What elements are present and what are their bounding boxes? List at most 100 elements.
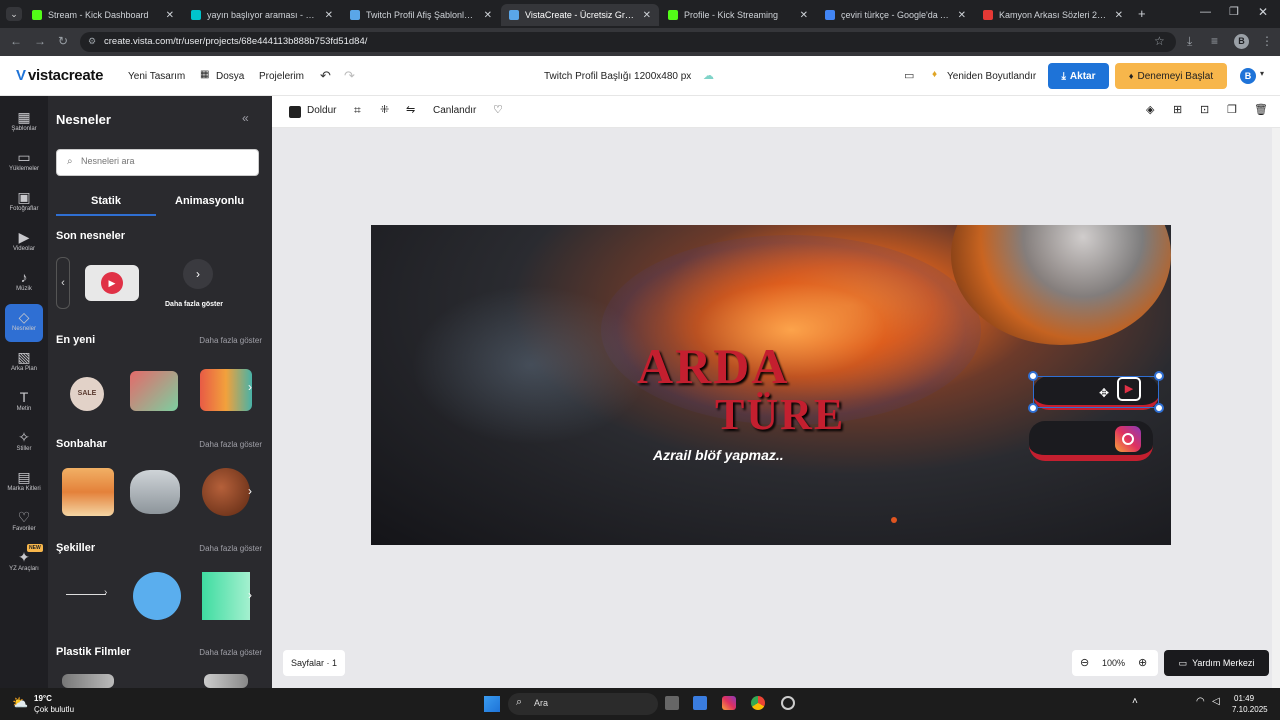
back-icon[interactable]: ← — [10, 34, 22, 48]
store-icon[interactable] — [693, 696, 707, 710]
design-artboard[interactable]: ARDA TÜRE Azrail blöf yapmaz.. ▶ ✥ — [371, 225, 1171, 545]
task-view-icon[interactable] — [665, 696, 679, 710]
help-center-button[interactable]: ▭ Yardım Merkezi — [1164, 650, 1269, 676]
plastic-films-show-more[interactable]: Daha fazla göster — [199, 648, 262, 657]
zoom-in-icon[interactable]: ⊕ — [1138, 656, 1147, 669]
browser-tab[interactable]: yayın başlıyor araması - Canva ✕ — [183, 4, 341, 26]
shopping-bags-object[interactable] — [200, 369, 252, 411]
duplicate-icon[interactable]: ❐ — [1227, 103, 1237, 116]
chrome-icon[interactable] — [751, 696, 765, 710]
redo-icon[interactable]: ↷ — [344, 68, 355, 84]
rail-item-folder[interactable]: ▭ Yüklemeler — [0, 144, 48, 182]
search-input[interactable]: ⌕ — [56, 149, 259, 176]
rail-item-styles[interactable]: ✧ Stiller — [0, 424, 48, 462]
preview-icon[interactable]: ▭ — [904, 69, 914, 82]
circle-shape[interactable] — [133, 572, 181, 620]
tab-list-icon[interactable]: ≡ — [1211, 34, 1218, 48]
align-icon[interactable]: ⊞ — [1173, 103, 1182, 116]
gradient-rect-shape[interactable] — [202, 572, 250, 620]
vistacreate-logo[interactable]: V vistacreate — [16, 67, 103, 84]
wifi-icon[interactable]: ◠ — [1196, 696, 1205, 707]
plastic-film-object-1[interactable] — [62, 674, 114, 688]
design-title-name1[interactable]: ARDA — [637, 337, 789, 395]
tab-animated[interactable]: Animasyonlu — [175, 195, 244, 207]
arrow-line-shape[interactable] — [66, 594, 106, 595]
transparency-icon[interactable]: ⁜ — [380, 103, 389, 116]
sale-tag-object[interactable]: SALE — [70, 377, 104, 411]
tab-static[interactable]: Statik — [91, 195, 121, 207]
selection-handle-tl[interactable] — [1028, 371, 1038, 381]
new-design-menu[interactable]: Yeni Tasarım — [128, 71, 185, 82]
site-info-icon[interactable]: ⚙ — [88, 36, 96, 47]
recent-scroll-left[interactable]: ‹ — [56, 257, 70, 309]
rail-item-templates[interactable]: ▦ Şablonlar — [0, 104, 48, 142]
shapes-scroll-right-icon[interactable]: › — [248, 588, 252, 602]
fill-color-swatch[interactable] — [289, 106, 301, 118]
tab-search-button[interactable]: ⌄ — [6, 7, 22, 21]
instagram-icon[interactable] — [1115, 426, 1141, 452]
recent-show-more-label[interactable]: Daha fazla göster — [165, 301, 223, 308]
autumn-scroll-right-icon[interactable]: › — [248, 484, 252, 498]
zoom-out-icon[interactable]: ⊖ — [1080, 656, 1089, 669]
rail-item-heart[interactable]: ♡ Favoriler — [0, 504, 48, 542]
shapes-show-more[interactable]: Daha fazla göster — [199, 544, 262, 553]
undo-icon[interactable]: ↶ — [320, 68, 331, 84]
forward-icon[interactable]: → — [34, 34, 46, 48]
fill-button[interactable]: Doldur — [307, 105, 336, 116]
layers-icon[interactable]: ◈ — [1146, 103, 1154, 116]
tab-close-icon[interactable]: ✕ — [166, 10, 174, 21]
file-menu[interactable]: Dosya — [216, 71, 244, 82]
crop-icon[interactable]: ⌗ — [354, 103, 361, 118]
start-icon[interactable] — [484, 696, 500, 712]
rail-item-video[interactable]: ▶ Videolar — [0, 224, 48, 262]
design-title-name2[interactable]: TÜRE — [715, 389, 845, 440]
instagram-app-icon[interactable] — [722, 696, 736, 710]
rail-item-text[interactable]: T Metin — [0, 384, 48, 422]
tab-close-icon[interactable]: ✕ — [958, 10, 966, 21]
collapse-panel-icon[interactable]: « — [242, 111, 249, 125]
address-bar[interactable]: ⚙ create.vista.com/tr/user/projects/68e4… — [80, 32, 1176, 52]
zoom-level[interactable]: 100% — [1102, 658, 1125, 668]
towels-object[interactable] — [62, 468, 114, 516]
gift-shop-object[interactable] — [130, 371, 178, 411]
user-avatar[interactable]: B — [1240, 68, 1256, 84]
weather-icon[interactable]: ⛅ — [12, 695, 28, 711]
start-trial-button[interactable]: ♦ Denemeyi Başlat — [1115, 63, 1227, 89]
browser-tab[interactable]: Kamyon Arkası Sözleri 2025: İlg ✕ — [975, 4, 1131, 26]
rail-item-photo[interactable]: ▣ Fotoğraflar — [0, 184, 48, 222]
rail-item-background[interactable]: ▧ Arka Plan — [0, 344, 48, 382]
animate-button[interactable]: Canlandır — [433, 105, 476, 116]
selection-handle-tr[interactable] — [1154, 371, 1164, 381]
resize-button[interactable]: Yeniden Boyutlandır — [947, 71, 1036, 82]
pages-button[interactable]: Sayfalar · 1 — [283, 650, 346, 676]
newest-scroll-right-icon[interactable]: › — [248, 380, 252, 394]
favorite-icon[interactable]: ♡ — [493, 103, 503, 116]
profile-avatar[interactable]: B — [1234, 34, 1249, 49]
clock-time[interactable]: 01:49 — [1234, 694, 1254, 703]
recent-show-more-button[interactable]: › — [183, 259, 213, 289]
clock-date[interactable]: 7.10.2025 — [1232, 705, 1268, 714]
design-tagline[interactable]: Azrail blöf yapmaz.. — [653, 447, 784, 463]
selection-handle-bl[interactable] — [1028, 403, 1038, 413]
rail-item-objects[interactable]: ◇ Nesneler — [5, 304, 43, 342]
flip-icon[interactable]: ⇋ — [406, 103, 415, 116]
teapot-object[interactable] — [130, 470, 180, 514]
recent-youtube-object[interactable]: ▶ — [85, 265, 139, 301]
browser-tab[interactable]: Stream - Kick Dashboard ✕ — [24, 4, 182, 26]
autumn-show-more[interactable]: Daha fazla göster — [199, 440, 262, 449]
search-field[interactable] — [81, 156, 251, 166]
chestnut-object[interactable] — [202, 468, 250, 516]
vertical-scrollbar[interactable] — [1272, 128, 1280, 688]
tab-close-icon[interactable]: ✕ — [800, 10, 808, 21]
reload-icon[interactable]: ↻ — [58, 34, 68, 48]
document-title[interactable]: Twitch Profil Başlığı 1200x480 px — [544, 71, 691, 82]
tab-close-icon[interactable]: ✕ — [643, 10, 651, 21]
user-menu-chevron-icon[interactable]: ▾ — [1260, 69, 1264, 78]
minimize-button[interactable]: — — [1200, 6, 1211, 18]
delete-icon[interactable]: 🗑 — [1254, 103, 1268, 116]
new-tab-button[interactable]: + — [1138, 6, 1146, 21]
taskbar-search[interactable]: ⌕ Ara — [508, 693, 658, 715]
rail-item-brand-kit[interactable]: ▤ Marka Kitleri — [0, 464, 48, 502]
browser-tab[interactable]: Profile - Kick Streaming ✕ — [660, 4, 816, 26]
close-window-button[interactable]: ✕ — [1258, 5, 1268, 19]
